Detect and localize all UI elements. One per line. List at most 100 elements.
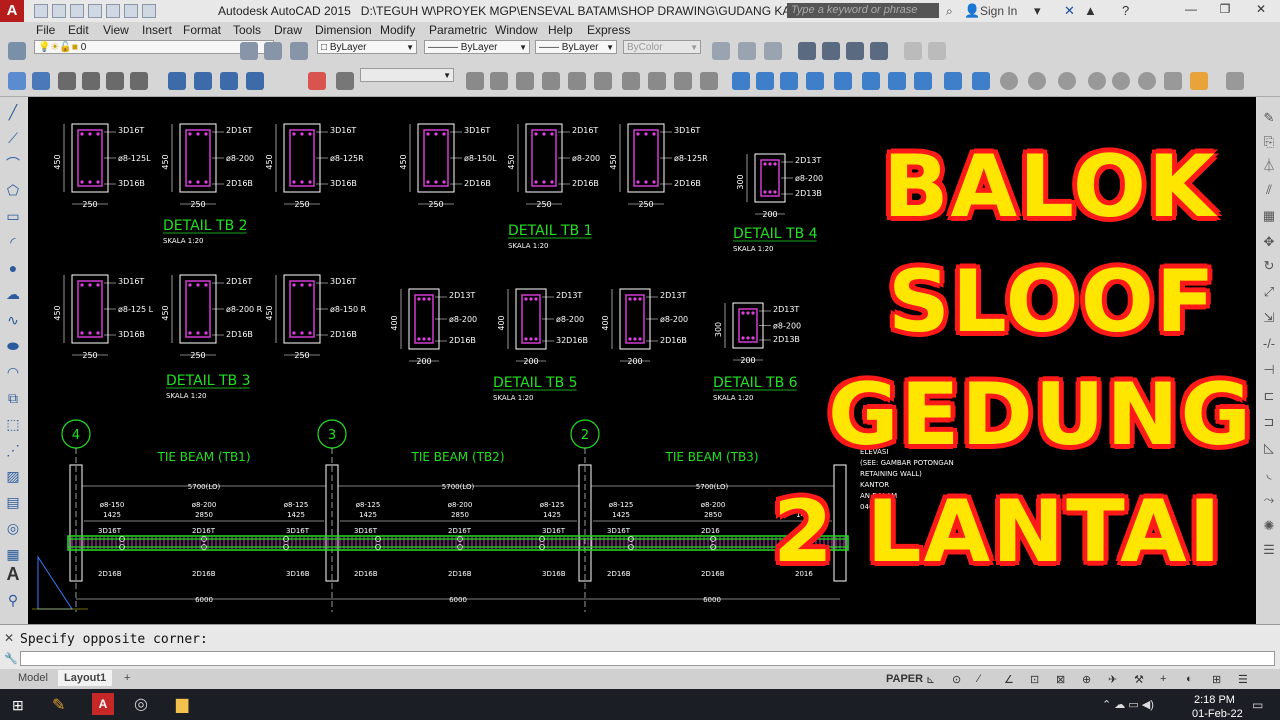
join-icon[interactable]: ⊐ [1261,414,1277,430]
line-icon[interactable]: ╱ [4,104,22,120]
mirror-icon[interactable]: ⏃ [1261,158,1277,174]
make-current-icon[interactable] [240,42,258,60]
rectangle-icon[interactable]: ▭ [4,208,22,224]
windows-start-icon[interactable]: ⊞ [12,697,24,714]
menu-window[interactable]: Window [495,23,538,37]
tray-icons[interactable]: ⌃ ☁ ▭ ◀) [1102,698,1154,711]
tab-layout1[interactable]: Layout1 [58,670,113,686]
modeling-tool-10-icon[interactable] [700,72,718,90]
ellipse-arc-icon[interactable]: ◠ [4,364,22,380]
menu-parametric[interactable]: Parametric [429,23,487,37]
extend-icon[interactable]: ⊣ [1261,362,1277,378]
save-icon[interactable] [70,4,84,18]
status-toggle-12-icon[interactable]: ⊞ [1212,673,1221,686]
status-toggle-13-icon[interactable]: ☰ [1238,673,1248,686]
status-toggle-5-icon[interactable]: ⊡ [1030,673,1039,686]
status-toggle-11-icon[interactable]: ◐ [1186,673,1193,685]
restore-button[interactable]: ❐ [1214,2,1236,16]
sign-in-button[interactable]: Sign In [980,4,1017,18]
viewport-2-icon[interactable] [822,42,840,60]
modeling-tool-18-icon[interactable] [914,72,932,90]
ne-iso-icon[interactable] [220,72,238,90]
status-toggle-7-icon[interactable]: ⊕ [1082,673,1091,686]
user-icon[interactable]: 👤 [964,3,980,19]
command-input[interactable] [20,651,1275,666]
multiline-text-icon[interactable]: A [4,565,22,583]
close-button[interactable]: ✕ [1250,2,1272,16]
tool-c-icon[interactable] [764,42,782,60]
undo-icon[interactable] [124,4,138,18]
help-icon[interactable]: ? [1122,3,1129,18]
table-icon[interactable]: ▦ [4,546,22,562]
modeling-tool-23-icon[interactable] [1058,72,1076,90]
modeling-tool-6-icon[interactable] [594,72,612,90]
arc-icon[interactable]: ◜ [4,234,22,250]
layer-properties-icon[interactable] [8,42,26,60]
trim-icon[interactable]: -/- [1261,336,1277,352]
fillet-icon[interactable]: ◟ [1261,466,1277,482]
viewport-1-icon[interactable] [798,42,816,60]
color-dropdown[interactable]: □ ByLayer ▼ [317,40,417,54]
drawing-area[interactable]: 450 250 3D16T ø8-125L 3D16B 450 250 2D16T ø8-200… [28,97,1256,624]
modeling-tool-3-icon[interactable] [516,72,534,90]
region-icon[interactable]: ◎ [4,520,22,536]
cart-icon[interactable]: ▾ [1034,3,1041,19]
modeling-tool-2-icon[interactable] [490,72,508,90]
status-toggle-1-icon[interactable]: ⊾ [926,673,935,686]
modeling-tool-1-icon[interactable] [466,72,484,90]
stretch-icon[interactable]: ⇲ [1261,310,1277,326]
status-toggle-2-icon[interactable]: ⊙ [952,673,961,686]
modeling-tool-21-icon[interactable] [1000,72,1018,90]
modeling-tool-14-icon[interactable] [806,72,824,90]
menu-tools[interactable]: Tools [233,23,261,37]
modeling-tool-24-icon[interactable] [1088,72,1106,90]
layer-previous-icon[interactable] [264,42,282,60]
front-view-icon[interactable] [106,72,124,90]
right-view-icon[interactable] [82,72,100,90]
lineweight-dropdown[interactable]: —— ByLayer ▼ [535,40,617,54]
status-toggle-9-icon[interactable]: ⚒ [1134,673,1144,686]
a360-icon[interactable]: ▲ [1084,3,1097,18]
modeling-tool-8-icon[interactable] [648,72,666,90]
autocad-logo-icon[interactable]: A [0,0,24,22]
modeling-tool-22-icon[interactable] [1028,72,1046,90]
modeling-tool-28-icon[interactable] [1190,72,1208,90]
text-edit-icon[interactable] [928,42,946,60]
array-icon[interactable]: ▦ [1261,208,1277,224]
new-file-icon[interactable] [34,4,48,18]
notification-icon[interactable]: ▭ [1252,698,1263,712]
linetype-dropdown[interactable]: ——— ByLayer ▼ [424,40,530,54]
modeling-tool-29-icon[interactable] [1226,72,1244,90]
rotate-icon[interactable]: ↻ [1261,258,1277,274]
modeling-tool-4-icon[interactable] [542,72,560,90]
menu-format[interactable]: Format [183,23,221,37]
back-view-icon[interactable] [130,72,148,90]
polyline-icon[interactable]: ⌒ [4,156,22,172]
bottom-view-icon[interactable] [32,72,50,90]
menu-draw[interactable]: Draw [274,23,302,37]
plot-icon[interactable] [106,4,120,18]
modeling-tool-5-icon[interactable] [568,72,586,90]
status-toggle-4-icon[interactable]: ∠ [1004,673,1014,686]
sw-iso-icon[interactable] [168,72,186,90]
menu-edit[interactable]: Edit [68,23,89,37]
menu-file[interactable]: File [36,23,55,37]
menu-modify[interactable]: Modify [380,23,415,37]
viewport-4-icon[interactable] [870,42,888,60]
open-file-icon[interactable] [52,4,66,18]
modeling-tool-13-icon[interactable] [780,72,798,90]
modeling-tool-12-icon[interactable] [756,72,774,90]
clock-date[interactable]: 01-Feb-22 [1192,708,1243,720]
modeling-tool-9-icon[interactable] [674,72,692,90]
modeling-tool-19-icon[interactable] [944,72,962,90]
file-explorer-icon[interactable]: ▆ [176,694,188,714]
left-view-icon[interactable] [58,72,76,90]
erase-icon[interactable]: ✎ [1261,110,1277,126]
se-iso-icon[interactable] [194,72,212,90]
offset-icon[interactable]: ⫽ [1261,182,1277,198]
properties-icon[interactable]: ☰ [1261,542,1277,558]
chamfer-icon[interactable]: ◺ [1261,440,1277,456]
close-command-icon[interactable]: ✕ [4,631,14,645]
clock-time[interactable]: 2:18 PM [1194,694,1235,706]
modeling-tool-27-icon[interactable] [1164,72,1182,90]
